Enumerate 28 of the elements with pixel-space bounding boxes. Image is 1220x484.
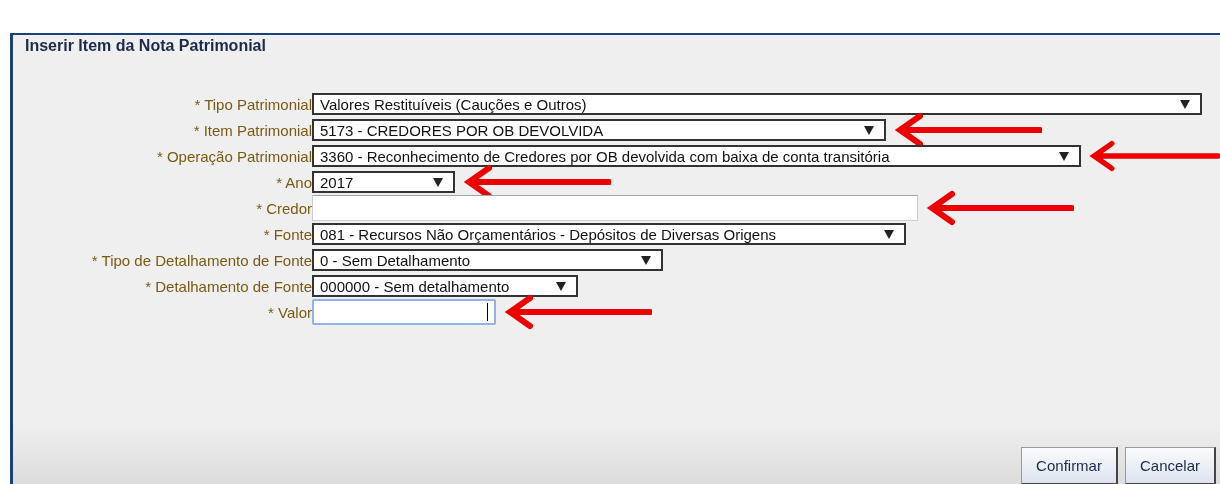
dropdown-field[interactable]: 000000 - Sem detalhamento <box>312 275 578 297</box>
field-label: * Tipo Patrimonial <box>193 95 312 113</box>
dialog-button[interactable]: Cancelar <box>1124 447 1216 484</box>
caret-icon <box>641 255 651 265</box>
caret-icon <box>556 281 566 291</box>
dropdown-field[interactable]: 5173 - CREDORES POR OB DEVOLVIDA <box>312 119 886 141</box>
field-label: * Tipo de Detalhamento de Fonte <box>90 251 312 269</box>
field-label: * Fonte <box>262 225 312 243</box>
field-label: * Ano <box>275 173 312 191</box>
caret-icon <box>884 229 894 239</box>
field-label: * Valor <box>267 303 312 321</box>
dialog-title: Inserir Item da Nota Patrimonial <box>24 36 267 56</box>
caret-icon <box>433 177 443 187</box>
dropdown-field[interactable]: Valores Restituíveis (Cauções e Outros) <box>312 93 1202 115</box>
caret-icon <box>864 125 874 135</box>
caret-icon <box>1059 151 1070 161</box>
field-label: * Detalhamento de Fonte <box>144 277 312 295</box>
caret-icon <box>1180 99 1190 109</box>
dropdown-field[interactable]: 3360 - Reconhecimento de Credores por OB devolvida com baixa de conta transitória <box>312 145 1082 167</box>
field-label: * Item Patrimonial <box>192 121 312 139</box>
dropdown-field[interactable]: 2017 <box>312 171 455 193</box>
dialog-button[interactable]: Confirmar <box>1021 447 1118 484</box>
dropdown-field[interactable]: 0 - Sem Detalhamento <box>312 249 663 271</box>
input-field[interactable] <box>312 195 918 221</box>
field-label: * Operação Patrimonial <box>155 147 312 165</box>
input-field[interactable] <box>312 299 496 325</box>
dropdown-field[interactable]: 081 - Recursos Não Orçamentários - Depósitos de Diversas Origens <box>312 223 906 245</box>
field-label: * Credor <box>255 199 312 217</box>
